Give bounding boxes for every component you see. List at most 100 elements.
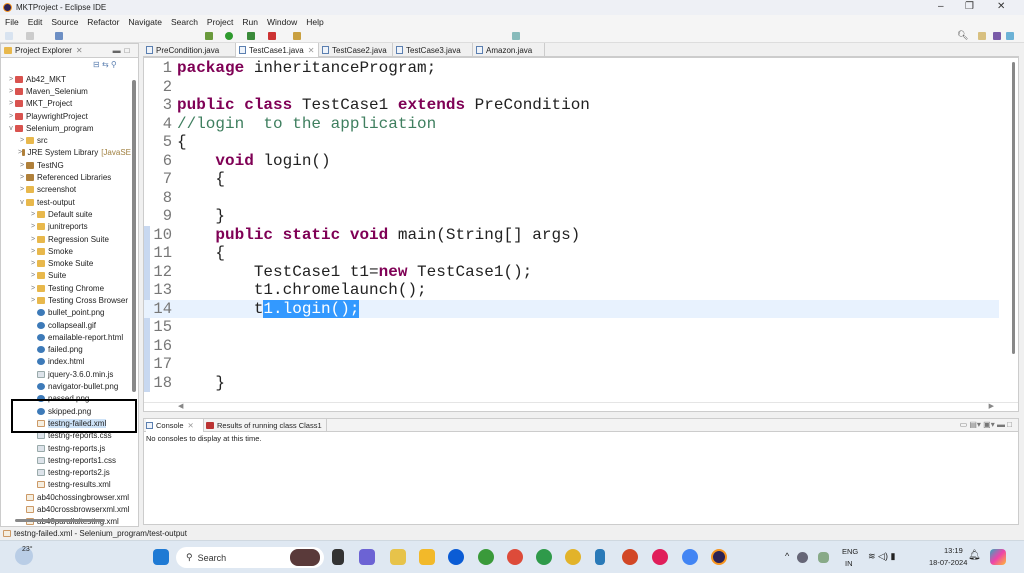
chrome-icon-5[interactable] — [682, 549, 698, 565]
editor-vertical-scrollbar[interactable] — [1012, 62, 1015, 354]
tree-item[interactable]: emailable-report.html — [1, 331, 131, 343]
menu-project[interactable]: Project — [207, 17, 233, 27]
clock-time[interactable]: 13:19 — [944, 546, 963, 555]
close-view-icon[interactable]: ✕ — [76, 46, 83, 55]
expand-arrow-icon[interactable]: > — [29, 211, 37, 218]
expand-arrow-icon[interactable]: > — [29, 260, 37, 267]
zoom-icon[interactable] — [448, 549, 464, 565]
expand-arrow-icon[interactable]: > — [18, 174, 26, 181]
java-perspective-icon[interactable] — [993, 32, 1001, 40]
scroll-left-arrow-icon[interactable]: ◀ — [178, 402, 183, 410]
code-line[interactable]: 7 { — [144, 170, 999, 189]
editor-horizontal-scrollbar[interactable]: ◀ ▶ — [144, 402, 1018, 411]
eclipse-taskbar-icon[interactable] — [711, 549, 727, 565]
code-line[interactable]: 13 t1.chromelaunch(); — [144, 281, 999, 300]
menu-edit[interactable]: Edit — [28, 17, 43, 27]
tree-item[interactable]: > Testing Chrome — [1, 282, 131, 294]
expand-arrow-icon[interactable]: > — [29, 272, 37, 279]
search-icon[interactable]: 🔍︎ — [957, 30, 968, 40]
tab-console[interactable]: Console ✕ — [146, 419, 204, 432]
code-area[interactable]: 1 package inheritanceProgram; 2 3 public cla… — [144, 59, 999, 392]
network-app-icon[interactable] — [797, 552, 808, 563]
chrome-icon-3[interactable] — [536, 549, 552, 565]
code-line[interactable]: 2 — [144, 78, 999, 97]
code-line[interactable]: 11 { — [144, 244, 999, 263]
tree-item[interactable]: > Referenced Libraries — [1, 171, 131, 183]
code-line[interactable]: 16 — [144, 337, 999, 356]
sync-icon[interactable] — [818, 552, 829, 563]
close-tab-icon[interactable]: ✕ — [308, 46, 315, 55]
expand-arrow-icon[interactable]: v — [7, 125, 15, 132]
tree-item[interactable]: > Smoke — [1, 245, 131, 257]
external-tools-icon[interactable] — [268, 32, 276, 40]
tab-precondition[interactable]: PreCondition.java — [143, 43, 236, 57]
terminal-icon[interactable] — [55, 32, 63, 40]
open-type-icon[interactable] — [293, 32, 301, 40]
chrome-icon-1[interactable] — [478, 549, 494, 565]
wifi-volume-battery-icons[interactable]: ≋ ◁) ▮ — [868, 551, 895, 562]
code-line[interactable]: 6 void login() — [144, 152, 999, 171]
tree-item[interactable]: > Default suite — [1, 208, 131, 220]
tree-item[interactable]: ab40crossbrowserxml.xml — [1, 503, 131, 515]
code-line[interactable]: 8 — [144, 189, 999, 208]
filter-icon[interactable]: ⚲ — [111, 60, 117, 69]
menu-window[interactable]: Window — [267, 17, 297, 27]
expand-arrow-icon[interactable]: > — [18, 137, 26, 144]
menu-source[interactable]: Source — [51, 17, 78, 27]
perspective-icon[interactable] — [978, 32, 986, 40]
tree-horizontal-scrollbar[interactable] — [15, 519, 105, 522]
tree-item[interactable]: > Suite — [1, 270, 131, 282]
task-view-icon[interactable] — [332, 549, 344, 565]
powerpoint-icon[interactable] — [622, 549, 638, 565]
code-line[interactable]: 18 } — [144, 374, 999, 393]
expand-arrow-icon[interactable]: v — [18, 199, 26, 206]
tree-item[interactable]: v Selenium_program — [1, 122, 131, 134]
tab-testcase2[interactable]: TestCase2.java — [319, 43, 393, 57]
close-console-icon[interactable]: ✕ — [188, 421, 194, 430]
expand-arrow-icon[interactable]: > — [7, 100, 15, 107]
region-indicator[interactable]: IN — [845, 559, 853, 568]
link-editor-icon[interactable]: ⇆ — [102, 60, 109, 69]
code-line[interactable]: 9 } — [144, 207, 999, 226]
slack-icon[interactable] — [652, 549, 668, 565]
code-line[interactable]: 3 public class TestCase1 extends PreCondi… — [144, 96, 999, 115]
debug-icon[interactable] — [205, 32, 213, 40]
code-line[interactable]: 1 package inheritanceProgram; — [144, 59, 999, 78]
menu-navigate[interactable]: Navigate — [128, 17, 162, 27]
tab-testcase3[interactable]: TestCase3.java — [393, 43, 473, 57]
code-editor[interactable]: 1 package inheritanceProgram; 2 3 public cla… — [143, 57, 1019, 412]
tree-item[interactable]: collapseall.gif — [1, 319, 131, 331]
tree-item[interactable]: > Maven_Selenium — [1, 85, 131, 97]
show-hidden-icons[interactable]: ^ — [785, 551, 789, 561]
code-line[interactable]: 5{ — [144, 133, 999, 152]
tree-item[interactable]: failed.png — [1, 344, 131, 356]
tree-item[interactable]: > PlaywrightProject — [1, 110, 131, 122]
coverage-icon[interactable] — [247, 32, 255, 40]
snipping-tool-icon[interactable] — [390, 549, 406, 565]
copilot-icon[interactable] — [990, 549, 1006, 565]
tree-item[interactable]: > TestNG — [1, 159, 131, 171]
maximize-button[interactable]: ❐ — [965, 1, 974, 12]
code-line[interactable]: 14 t1.login(); — [144, 299, 999, 319]
menu-search[interactable]: Search — [171, 17, 198, 27]
tree-item[interactable]: > junitreports — [1, 221, 131, 233]
tree-item[interactable]: > Smoke Suite — [1, 257, 131, 269]
chrome-icon-4[interactable] — [565, 549, 581, 565]
code-line[interactable]: 17 — [144, 355, 999, 374]
expand-arrow-icon[interactable]: > — [7, 88, 15, 95]
tree-item[interactable]: testng-results.xml — [1, 479, 131, 491]
tree-item[interactable]: testng-reports1.css — [1, 454, 131, 466]
save-icon[interactable] — [26, 32, 34, 40]
file-explorer-icon[interactable] — [419, 549, 435, 565]
open-perspective-icon[interactable] — [512, 32, 520, 40]
tree-item[interactable]: bullet_point.png — [1, 307, 131, 319]
tree-item[interactable]: v test-output — [1, 196, 131, 208]
close-button[interactable]: ✕ — [997, 1, 1005, 12]
tab-results[interactable]: Results of running class Class1 — [206, 419, 327, 432]
expand-arrow-icon[interactable]: > — [18, 162, 26, 169]
expand-arrow-icon[interactable]: > — [7, 113, 15, 120]
teams-icon[interactable] — [359, 549, 375, 565]
tree-item[interactable]: > Ab42_MKT — [1, 73, 131, 85]
code-line[interactable]: 15 — [144, 318, 999, 337]
expand-arrow-icon[interactable]: > — [29, 236, 37, 243]
